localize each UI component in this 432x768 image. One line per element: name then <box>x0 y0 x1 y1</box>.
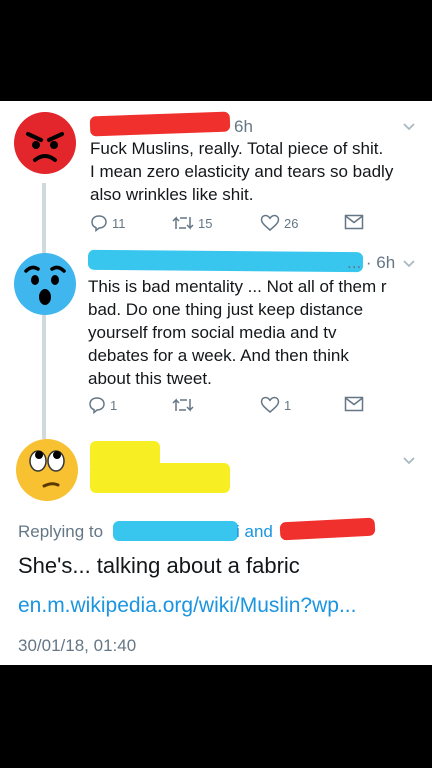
redacted-mention[interactable] <box>279 517 376 541</box>
chevron-down-icon[interactable] <box>402 259 416 269</box>
tweet-actions: 11 15 26 <box>90 214 380 236</box>
reply-count: 1 <box>110 397 118 413</box>
reply-button[interactable]: 1 <box>88 396 117 414</box>
redacted-handle <box>90 463 230 493</box>
tweet-text: This is bad mentality ... Not all of the… <box>88 275 387 390</box>
tweet-line: This is bad mentality ... Not all of the… <box>88 277 387 296</box>
tweet-line: yourself from social media and tv <box>88 323 337 342</box>
tweet-line: debates for a week. And then think <box>88 346 349 365</box>
replying-to: Replying to <box>18 522 103 542</box>
chevron-down-icon[interactable] <box>402 456 416 466</box>
reply-icon <box>89 397 105 414</box>
wikipedia-link[interactable]: en.m.wikipedia.org/wiki/Muslin?wp... <box>18 594 356 618</box>
tweet-line: bad. Do one thing just keep distance <box>88 300 364 319</box>
tweet-text: Fuck Muslins, really. Total piece of shi… <box>90 137 393 206</box>
tweet-thread: 6h Fuck Muslins, really. Total piece of … <box>0 101 432 665</box>
reply-count: 11 <box>112 215 126 231</box>
tweet-line: about this tweet. <box>88 369 212 388</box>
replying-to-label: Replying to <box>18 522 104 541</box>
like-count: 26 <box>284 215 299 231</box>
message-icon <box>344 396 364 412</box>
tweet-line: I mean zero elasticity and tears so badl… <box>90 162 394 181</box>
redacted-mention[interactable] <box>113 521 238 541</box>
redacted-username <box>87 249 364 273</box>
like-count: 1 <box>284 397 292 413</box>
thread-connector <box>42 311 46 439</box>
reply-icon <box>91 215 107 232</box>
retweet-button[interactable] <box>172 396 198 414</box>
tweet-time: 6h <box>234 117 253 136</box>
reply-button[interactable]: 11 <box>90 214 126 232</box>
avatar-surprised-face-icon[interactable] <box>14 253 76 315</box>
like-icon <box>260 214 280 231</box>
retweet-icon <box>172 216 194 230</box>
message-button[interactable] <box>344 396 364 412</box>
avatar-angry-face-icon[interactable] <box>14 112 76 174</box>
tweet-line: Fuck Muslins, really. Total piece of shi… <box>90 139 384 158</box>
tweet-line: also wrinkles like shit. <box>90 185 254 204</box>
retweet-count: 15 <box>198 215 213 231</box>
chevron-down-icon[interactable] <box>402 122 416 132</box>
tweet-text: She's... talking about a fabric <box>18 553 300 578</box>
tweet-timestamp: 30/01/18, 01:40 <box>18 636 137 655</box>
like-button[interactable]: 1 <box>260 396 291 414</box>
tweet-time: ... · 6h <box>347 253 396 272</box>
tweet-actions: 1 1 <box>88 396 378 418</box>
replying-to-and: i and <box>236 522 273 541</box>
retweet-button[interactable]: 15 <box>172 214 212 232</box>
redacted-username <box>89 111 231 137</box>
like-button[interactable]: 26 <box>260 214 298 232</box>
avatar-eye-roll-face-icon[interactable] <box>16 439 78 501</box>
message-icon <box>344 214 364 230</box>
retweet-icon <box>172 398 194 412</box>
message-button[interactable] <box>344 214 364 230</box>
like-icon <box>260 396 280 413</box>
